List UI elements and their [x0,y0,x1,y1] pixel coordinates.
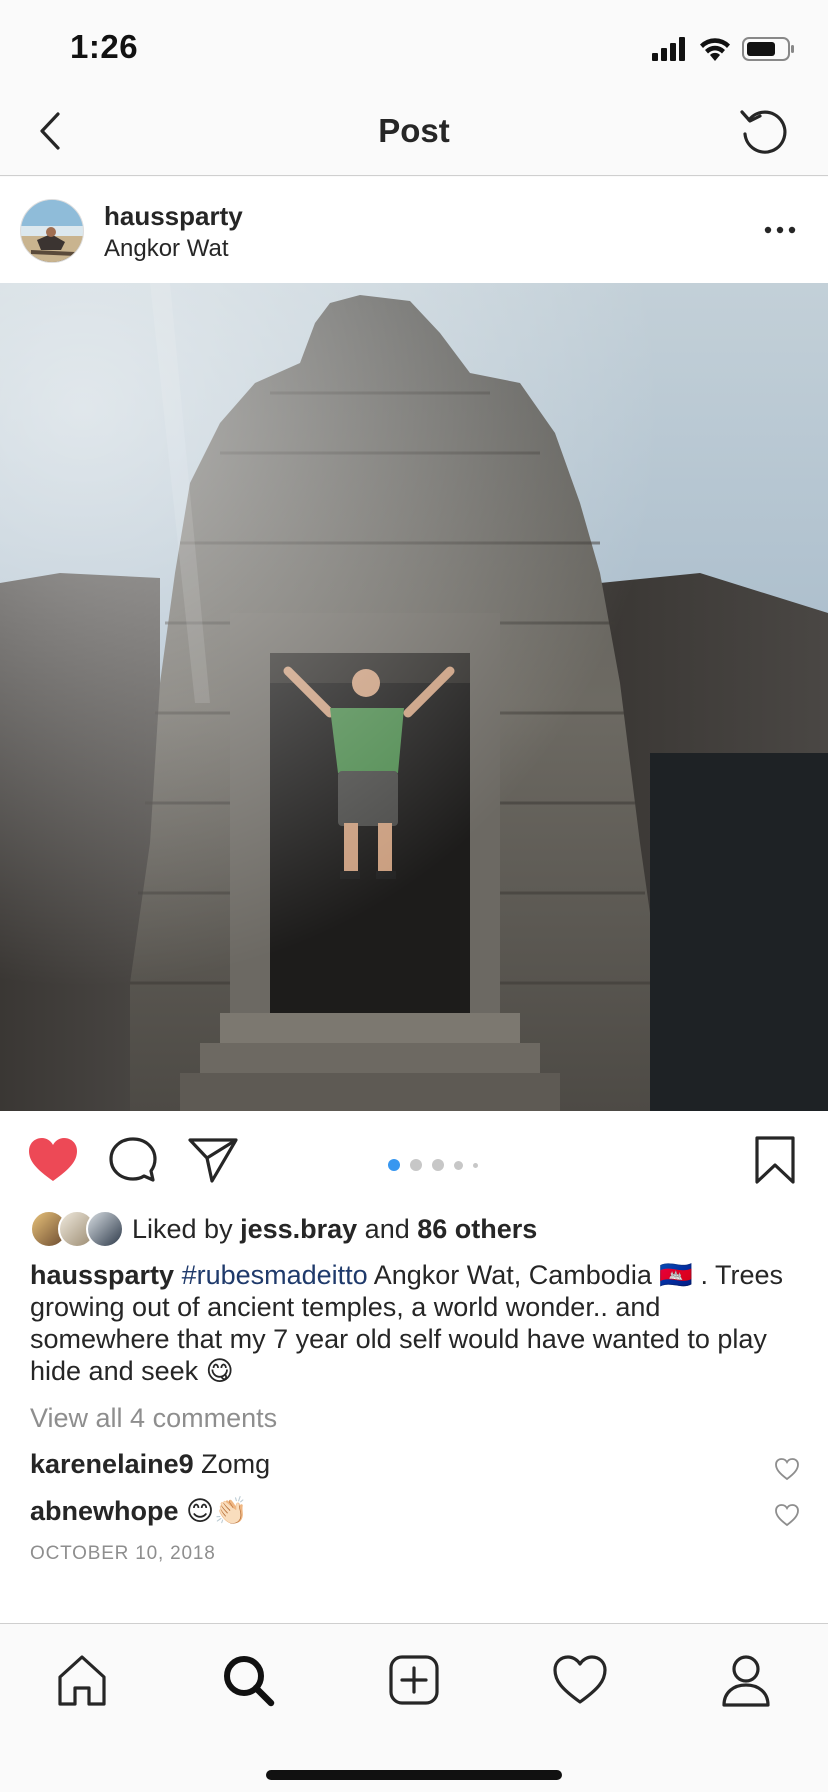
activity-heart-icon[interactable] [550,1650,610,1710]
carousel-dot [454,1160,463,1170]
comment-item: abnewhope 😊👏🏻 [30,1495,248,1527]
caption-hashtag[interactable]: #rubesmadeitto [182,1260,368,1290]
likes-row[interactable]: Liked by jess.bray and 86 others [30,1207,537,1251]
share-icon[interactable] [186,1135,240,1185]
post-location[interactable]: Angkor Wat [104,235,229,263]
refresh-icon[interactable] [736,102,792,158]
comment-text: Zomg [201,1449,271,1479]
liker-avatars [30,1210,124,1248]
post-header: haussparty Angkor Wat [0,177,828,283]
home-icon[interactable] [52,1650,112,1710]
carousel-dots [388,1159,478,1171]
comment-text: 😊👏🏻 [186,1496,248,1526]
liker-username[interactable]: jess.bray [240,1214,357,1244]
comment-username[interactable]: karenelaine9 [30,1449,194,1479]
comment-item: karenelaine9 Zomg [30,1449,270,1480]
likes-prefix: Liked by [132,1213,241,1244]
bookmark-icon[interactable] [752,1135,798,1185]
nav-bar: Post [0,88,828,176]
carousel-dot [432,1159,444,1171]
avatar[interactable] [20,199,84,263]
add-post-icon[interactable] [384,1650,444,1710]
likes-text: Liked by jess.bray and 86 others [132,1214,537,1245]
temple-photo [0,283,828,1111]
post-username[interactable]: haussparty [104,201,243,232]
tab-bar [0,1623,828,1792]
post-photo[interactable] [0,283,828,1111]
caption-username[interactable]: haussparty [30,1260,174,1290]
likes-and: and [357,1213,418,1244]
carousel-dot [410,1159,422,1171]
post-caption: haussparty #rubesmadeitto Angkor Wat, Ca… [30,1259,800,1387]
comment-icon[interactable] [106,1135,160,1185]
heart-icon[interactable] [26,1135,80,1185]
post-actions [0,1111,828,1207]
status-bar: 1:26 [0,0,828,88]
search-icon[interactable] [218,1650,278,1710]
post-details: Liked by jess.bray and 86 others hausspa… [0,1207,828,1623]
likes-others[interactable]: 86 others [417,1214,537,1244]
comment-like-icon[interactable] [774,1457,800,1481]
status-time: 1:26 [70,28,139,65]
signal-icon [652,37,685,61]
home-indicator [266,1770,562,1780]
comment-username[interactable]: abnewhope [30,1496,179,1526]
carousel-dot-active [388,1159,400,1171]
battery-icon [742,37,794,61]
wifi-icon [700,38,730,61]
liker-avatar [86,1210,124,1248]
page-title: Post [378,112,450,149]
comment-like-icon[interactable] [774,1503,800,1527]
status-icons [652,36,796,62]
avatar-photo [21,200,83,262]
post-date: OCTOBER 10, 2018 [30,1543,216,1564]
carousel-dot [473,1162,478,1168]
ellipsis-icon[interactable] [762,215,798,245]
profile-icon[interactable] [716,1650,776,1710]
view-all-comments-link[interactable]: View all 4 comments [30,1403,277,1434]
